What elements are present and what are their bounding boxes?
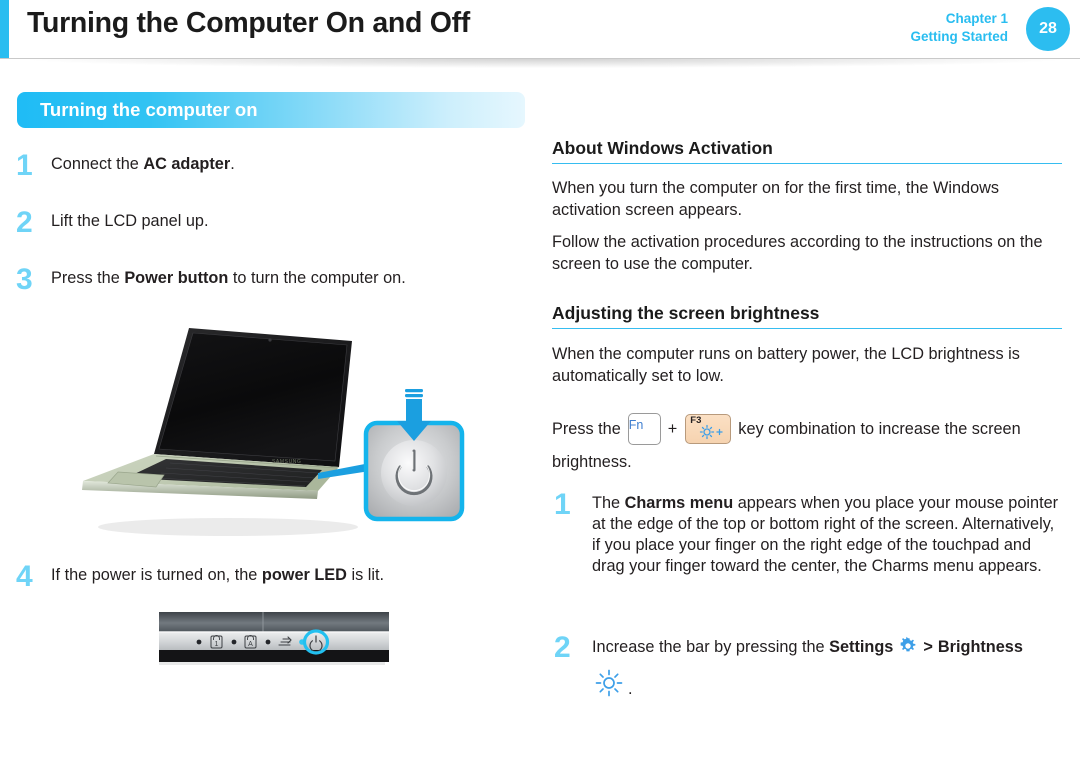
paragraph-brightness: When the computer runs on battery power,… xyxy=(552,345,1020,385)
step-number: 3 xyxy=(16,263,33,296)
svg-text:1: 1 xyxy=(215,641,219,648)
list-item: 3 Press the Power button to turn the com… xyxy=(16,265,516,295)
led-indicator-illustration: 1 A xyxy=(155,610,395,670)
press-key-prefix: Press the xyxy=(552,420,621,438)
step-text-before: Lift the LCD panel up. xyxy=(51,212,209,230)
chapter-number-label: Chapter 1 xyxy=(945,11,1008,26)
step-number: 1 xyxy=(16,149,33,182)
step-text-bold: Charms menu xyxy=(624,494,734,512)
step-text-bold: Power button xyxy=(124,269,229,287)
press-key-continuation: brightness. xyxy=(552,453,632,471)
step-text-before: If the power is turned on, the xyxy=(51,566,262,584)
step-text-before: The xyxy=(592,494,625,512)
laptop-illustration: SAMSUNG xyxy=(60,315,480,555)
step-number: 1 xyxy=(554,488,571,521)
press-key-suffix: key combination to increase the screen xyxy=(738,420,1021,438)
header-accent-bar xyxy=(0,0,9,58)
key-fn-label: Fn xyxy=(628,418,644,432)
step-text-bold: AC adapter xyxy=(143,155,231,173)
section-header-label: Turning the computer on xyxy=(40,99,258,120)
brightness-up-icon xyxy=(699,424,725,446)
page-number-badge: 28 xyxy=(1026,7,1070,51)
chapter-indicator: Chapter 1 Getting Started xyxy=(910,10,1008,45)
gear-icon xyxy=(898,636,918,662)
step-text-after: . xyxy=(230,155,235,173)
laptop-lid xyxy=(154,328,352,467)
step-text-after: to turn the computer on. xyxy=(228,269,406,287)
plus-sign: + xyxy=(667,420,678,438)
step-text: If the power is turned on, the power LED… xyxy=(51,565,516,586)
paragraph-activation-2: Follow the activation procedures accordi… xyxy=(552,233,1043,273)
laptop-shadow xyxy=(98,518,358,536)
step-text-bold: power LED xyxy=(261,566,347,584)
key-f3[interactable]: F3 xyxy=(685,414,732,446)
key-combination-instruction: Press the Fn + F3 key combination to inc… xyxy=(552,413,1064,473)
page-header: Turning the Computer On and Off Chapter … xyxy=(0,0,1080,68)
list-item: 2 Lift the LCD panel up. xyxy=(16,208,516,238)
step-text: Press the Power button to turn the compu… xyxy=(51,268,516,289)
brightness-label: Brightness xyxy=(937,638,1023,656)
left-column: 1 Connect the AC adapter. 2 Lift the LCD… xyxy=(0,140,530,760)
laptop-base: SAMSUNG xyxy=(82,454,339,499)
step-text: Lift the LCD panel up. xyxy=(51,211,516,232)
list-item: 4 If the power is turned on, the power L… xyxy=(16,562,516,592)
heading-windows-activation: About Windows Activation xyxy=(552,138,1062,164)
step-text-after: . xyxy=(628,680,633,698)
separator-label: > xyxy=(923,638,933,656)
chassis-top xyxy=(159,612,389,632)
sun-icon xyxy=(594,668,624,704)
settings-label: Settings xyxy=(829,638,894,656)
page-title: Turning the Computer On and Off xyxy=(27,7,470,39)
chapter-name-label: Getting Started xyxy=(910,28,1008,44)
list-item: 2 Increase the bar by pressing the Setti… xyxy=(554,631,1066,704)
num-lock-led xyxy=(231,639,237,645)
paragraph-activation-1: When you turn the computer on for the fi… xyxy=(552,179,1000,219)
step-text: Connect the AC adapter. xyxy=(51,154,516,175)
step-text-after: is lit. xyxy=(346,566,385,584)
power-button-callout xyxy=(363,389,465,522)
laptop-figure-svg: SAMSUNG xyxy=(82,328,465,536)
step-text-before: Connect the xyxy=(51,155,144,173)
section-header-bar: Turning the computer on xyxy=(17,92,525,128)
step-text: Increase the bar by pressing the Setting… xyxy=(592,636,1066,704)
brand-label: SAMSUNG xyxy=(272,459,301,465)
step-number: 4 xyxy=(16,560,33,593)
key-fn[interactable]: Fn xyxy=(627,413,661,445)
svg-text:A: A xyxy=(248,641,253,648)
step-text: The Charms menu appears when you place y… xyxy=(592,493,1066,577)
step-text-before: Press the xyxy=(51,269,125,287)
caps-lock-led xyxy=(196,639,202,645)
hdd-activity-led xyxy=(265,639,271,645)
step-text-before: Increase the bar by pressing the xyxy=(592,638,830,656)
list-item: 1 The Charms menu appears when you place… xyxy=(554,488,1066,577)
step-number: 2 xyxy=(16,206,33,239)
list-item: 1 Connect the AC adapter. xyxy=(16,151,516,181)
heading-screen-brightness: Adjusting the screen brightness xyxy=(552,303,1062,329)
indicator-band xyxy=(159,633,389,650)
right-column: About Windows Activation When you turn t… xyxy=(552,138,1072,758)
header-shadow xyxy=(30,59,1060,68)
chassis-bottom xyxy=(159,650,389,662)
step-number: 2 xyxy=(554,631,571,664)
led-figure-svg: 1 A xyxy=(159,612,389,665)
